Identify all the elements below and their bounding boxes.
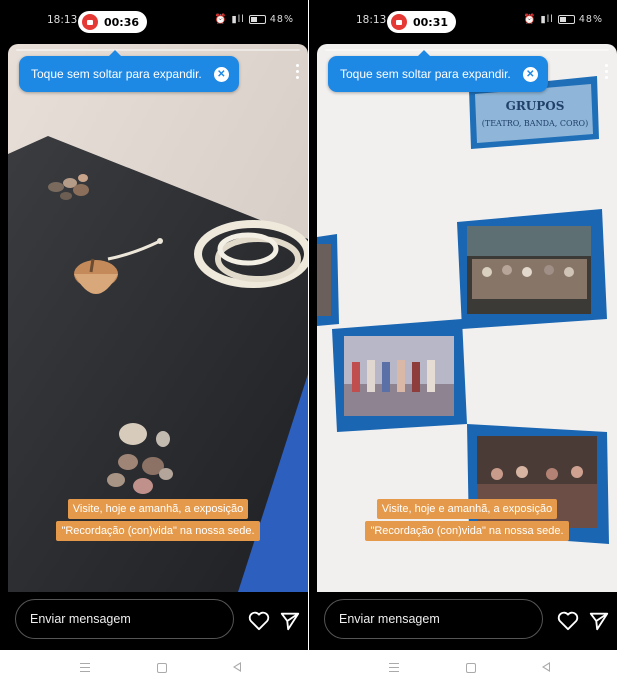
story-caption: Visite, hoje e amanhã, a exposição "Reco… xyxy=(317,499,617,541)
status-icons: ⏰ ▮ll 48% xyxy=(524,14,603,25)
more-icon[interactable] xyxy=(296,64,300,79)
status-time: 18:13 xyxy=(47,14,78,26)
reply-bar: Enviar mensagem xyxy=(309,595,617,647)
record-timer: 00:36 xyxy=(104,15,140,29)
tooltip-text: Toque sem soltar para expandir. xyxy=(31,67,202,81)
sign-title: GRUPOS xyxy=(506,99,565,113)
battery-icon xyxy=(557,15,575,24)
story-caption: Visite, hoje e amanhã, a exposição "Reco… xyxy=(8,499,308,541)
caption-line-2: "Recordação (con)vida" na nossa sede. xyxy=(365,521,569,541)
status-bar: 18:13 00:36 ⏰ ▮ll 48% xyxy=(0,0,308,44)
close-icon[interactable]: ✕ xyxy=(213,66,229,82)
send-icon[interactable] xyxy=(279,610,301,632)
heart-icon[interactable] xyxy=(557,611,579,631)
close-icon[interactable]: ✕ xyxy=(522,66,538,82)
status-icons: ⏰ ▮ll 48% xyxy=(215,14,294,25)
send-icon[interactable] xyxy=(588,610,610,632)
caption-line-1: Visite, hoje e amanhã, a exposição xyxy=(67,499,249,519)
android-nav-bar xyxy=(309,650,617,680)
story-panel-right: 18:13 00:31 ⏰ ▮ll 48% GRUPOS (TEATRO, BA… xyxy=(309,0,617,680)
caption-line-1: Visite, hoje e amanhã, a exposição xyxy=(376,499,558,519)
story-content[interactable]: GRUPOS (TEATRO, BANDA, CORO) Toque sem s… xyxy=(317,44,617,592)
screen-record-pill[interactable]: 00:36 xyxy=(78,11,148,33)
battery-icon xyxy=(248,15,266,24)
story-panel-left: 18:13 00:36 ⏰ ▮ll 48% Toque sem soltar p… xyxy=(0,0,308,680)
caption-line-2: "Recordação (con)vida" na nossa sede. xyxy=(56,521,260,541)
back-icon[interactable] xyxy=(233,662,241,672)
battery-percent: 48% xyxy=(578,14,603,25)
more-icon[interactable] xyxy=(605,64,609,79)
story-content[interactable]: Toque sem soltar para expandir. ✕ Visite… xyxy=(8,44,308,592)
story-progress-bar xyxy=(16,49,300,51)
menu-icon[interactable] xyxy=(389,663,399,675)
home-icon[interactable] xyxy=(466,663,476,673)
sign-subtitle: (TEATRO, BANDA, CORO) xyxy=(482,119,589,128)
message-input[interactable]: Enviar mensagem xyxy=(15,599,234,639)
story-progress-bar xyxy=(325,49,609,51)
battery-percent: 48% xyxy=(269,14,294,25)
signal-icon: ▮ll xyxy=(231,14,245,25)
record-icon xyxy=(391,14,407,30)
back-icon[interactable] xyxy=(542,662,550,672)
tooltip-text: Toque sem soltar para expandir. xyxy=(340,67,511,81)
heart-icon[interactable] xyxy=(248,611,270,631)
record-icon xyxy=(82,14,98,30)
status-time: 18:13 xyxy=(356,14,387,26)
menu-icon[interactable] xyxy=(80,663,90,675)
android-nav-bar xyxy=(0,650,308,680)
record-timer: 00:31 xyxy=(413,15,449,29)
screen-record-pill[interactable]: 00:31 xyxy=(387,11,457,33)
message-input[interactable]: Enviar mensagem xyxy=(324,599,543,639)
home-icon[interactable] xyxy=(157,663,167,673)
signal-icon: ▮ll xyxy=(540,14,554,25)
expand-tooltip[interactable]: Toque sem soltar para expandir. ✕ xyxy=(19,50,239,92)
reply-bar: Enviar mensagem xyxy=(0,595,308,647)
status-bar: 18:13 00:31 ⏰ ▮ll 48% xyxy=(309,0,617,44)
expand-tooltip[interactable]: Toque sem soltar para expandir. ✕ xyxy=(328,50,548,92)
alarm-icon: ⏰ xyxy=(214,14,228,25)
alarm-icon: ⏰ xyxy=(523,14,537,25)
